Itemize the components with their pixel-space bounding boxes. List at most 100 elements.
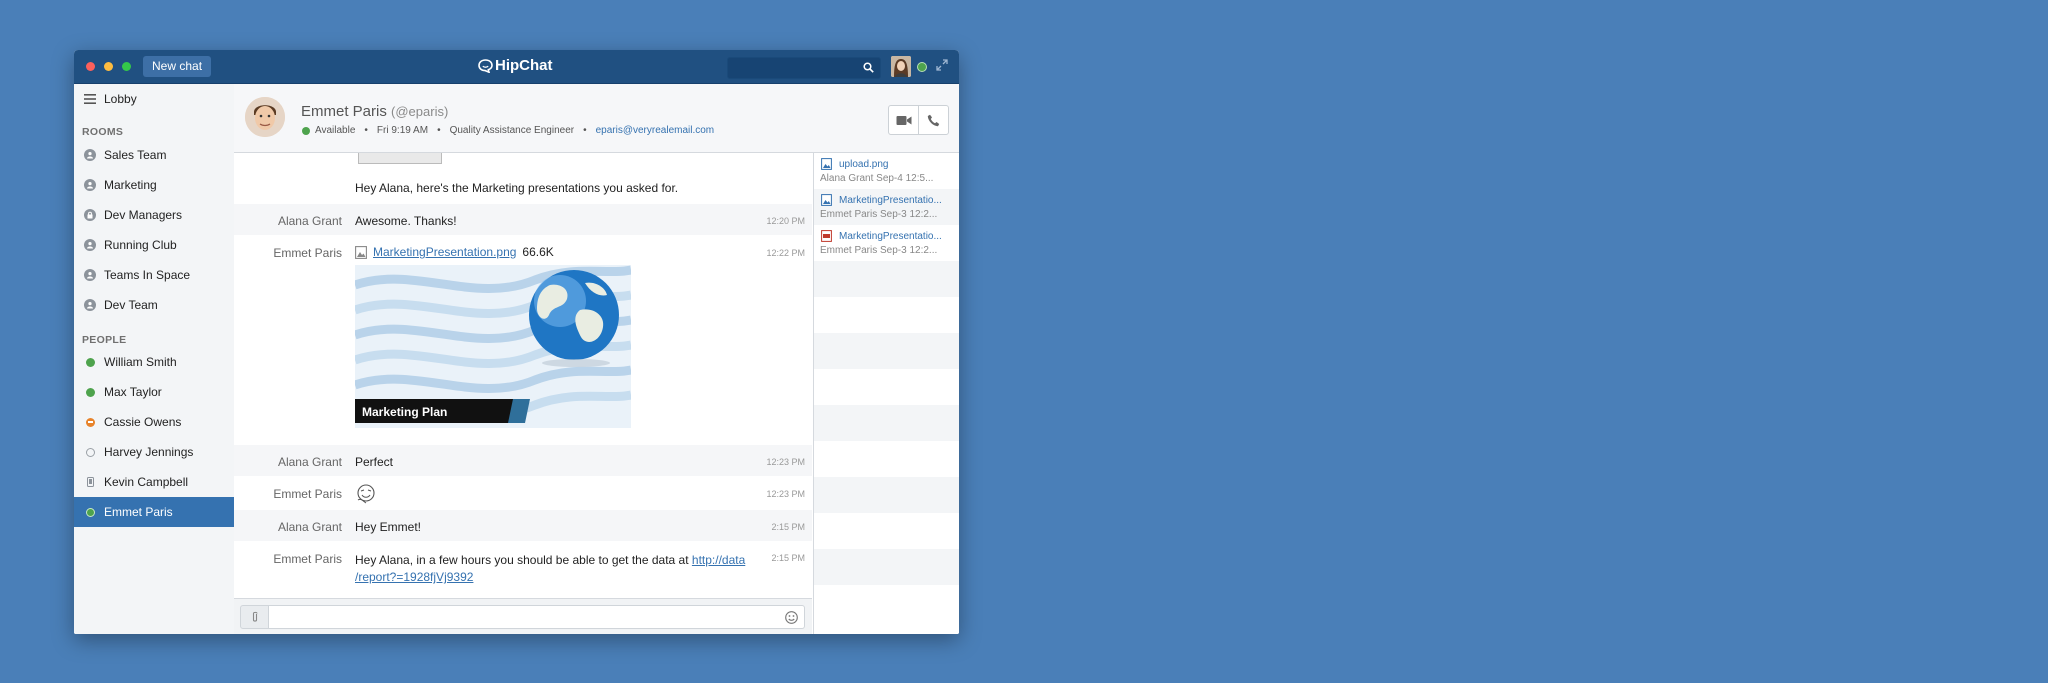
emoji-picker-button[interactable] [785,611,798,627]
sidebar-item-label: Emmet Paris [104,505,173,519]
contact-handle: (@eparis) [391,104,449,119]
available-status-icon [85,507,95,517]
attach-file-button[interactable] [240,605,269,629]
minimize-window-button[interactable] [104,62,113,71]
user-avatar[interactable] [891,56,911,77]
sidebar-item-dev-managers[interactable]: Dev Managers [74,200,234,230]
message-time: 12:20 PM [766,216,805,226]
message-sender: Emmet Paris [273,487,342,501]
file-name[interactable]: MarketingPresentatio... [839,195,957,206]
sidebar-item-max-taylor[interactable]: Max Taylor [74,377,234,407]
do-not-disturb-status-icon [85,417,95,427]
private-room-lock-icon [84,209,96,221]
message-sender: Emmet Paris [273,552,342,566]
zoom-window-button[interactable] [122,62,131,71]
hipchat-logo-icon [478,58,493,73]
chat-header: Emmet Paris (@eparis) Available • Fri 9:… [234,84,959,153]
sidebar-item-kevin-campbell[interactable]: Kevin Campbell [74,467,234,497]
audio-call-button[interactable] [919,106,948,134]
menu-icon [83,94,97,104]
sidebar-item-william-smith[interactable]: William Smith [74,347,234,377]
emoticon-icon [355,482,377,507]
message-text: Hey Alana, here's the Marketing presenta… [355,181,679,195]
message-sender: Alana Grant [277,214,342,228]
file-list-item[interactable]: MarketingPresentatio... Emmet Paris Sep-… [814,189,959,225]
image-file-icon [821,194,832,206]
message-time: 2:15 PM [771,522,805,532]
sidebar-item-label: Sales Team [104,148,167,162]
title-bar: New chat HipChat [74,50,959,84]
contact-avatar[interactable] [245,97,285,137]
file-name[interactable]: MarketingPresentatio... [839,231,957,242]
sidebar-item-lobby[interactable]: Lobby [74,84,234,114]
sidebar-item-label: Dev Managers [104,208,183,222]
contact-title: Quality Assistance Engineer [449,125,575,136]
message-sender: Alana Grant [277,455,342,469]
sidebar-item-label: Teams In Space [104,268,191,282]
video-call-button[interactable] [889,106,919,134]
message-time: 2:15 PM [771,553,805,563]
available-status-icon [85,387,95,397]
contact-status: Available [302,125,355,136]
offline-status-icon [85,447,95,457]
sidebar-item-dev-team[interactable]: Dev Team [74,290,234,320]
file-list-item[interactable]: upload.png Alana Grant Sep-4 12:5... [814,153,959,189]
available-status-icon [85,357,95,367]
contact-name-line: Emmet Paris (@eparis) [301,103,448,120]
message-list[interactable]: Hey Alana, here's the Marketing presenta… [234,153,812,598]
image-preview[interactable]: Marketing Plan [355,265,631,428]
files-panel-stripe [814,549,959,585]
message-row: Alana Grant Awesome. Thanks! 12:20 PM [234,204,812,235]
new-chat-button[interactable]: New chat [143,56,212,77]
file-name[interactable]: upload.png [839,159,957,170]
image-file-icon [821,158,832,170]
mobile-status-icon [83,477,97,487]
sidebar-item-cassie-owens[interactable]: Cassie Owens [74,407,234,437]
contact-meta: Available • Fri 9:19 AM • Quality Assist… [302,125,714,136]
file-link[interactable]: MarketingPresentation.png [373,245,516,259]
contact-local-time: Fri 9:19 AM [376,125,429,136]
message-row: Alana Grant Perfect 12:23 PM [234,445,812,476]
message-text: Awesome. Thanks! [355,214,457,228]
message-time: 12:23 PM [766,489,805,499]
message-text: Hey Alana, in a few hours you should be … [355,553,692,567]
message-link-continued[interactable]: /report?=1928fjVj9392 [355,570,473,584]
sidebar-item-label: Kevin Campbell [104,475,189,489]
file-list-item[interactable]: MarketingPresentatio... Emmet Paris Sep-… [814,225,959,261]
smiley-icon [785,611,798,624]
sidebar-item-running-club[interactable]: Running Club [74,230,234,260]
file-meta: Emmet Paris Sep-3 12:2... [820,209,938,220]
message-link[interactable]: http://data [692,553,745,567]
file-size: 66.6K [522,245,554,259]
close-window-button[interactable] [86,62,95,71]
sidebar-item-emmet-paris[interactable]: Emmet Paris [74,497,234,527]
sidebar-item-label: Cassie Owens [104,415,182,429]
expand-icon[interactable] [936,59,948,71]
message-input[interactable] [269,605,805,629]
sidebar-item-label: Lobby [104,92,137,106]
contact-name: Emmet Paris [301,103,387,120]
sidebar-item-harvey-jennings[interactable]: Harvey Jennings [74,437,234,467]
previous-image-thumbnail[interactable] [358,153,442,164]
sidebar-item-marketing[interactable]: Marketing [74,170,234,200]
files-panel-stripe [814,477,959,513]
user-status-dot[interactable] [917,62,927,72]
message-text: Hey Emmet! [355,520,422,534]
contact-avatar-image [245,97,285,137]
message-sender: Alana Grant [277,520,342,534]
message-time: 12:22 PM [766,248,805,258]
room-icon [84,149,96,161]
sidebar-item-teams-in-space[interactable]: Teams In Space [74,260,234,290]
contact-email-link[interactable]: eparis@veryrealemail.com [596,125,715,136]
files-panel-stripe [814,261,959,297]
image-file-icon [355,245,367,259]
room-icon [84,299,96,311]
message-row: Emmet Paris MarketingPresentation.png 66… [234,236,812,444]
sidebar-item-label: Running Club [104,238,177,252]
search-input[interactable] [727,57,881,79]
preview-caption: Marketing Plan [362,405,447,419]
phone-icon [927,114,940,126]
message-text-block: Hey Alana, in a few hours you should be … [355,552,755,586]
files-panel-stripe [814,405,959,441]
sidebar-item-sales-team[interactable]: Sales Team [74,140,234,170]
